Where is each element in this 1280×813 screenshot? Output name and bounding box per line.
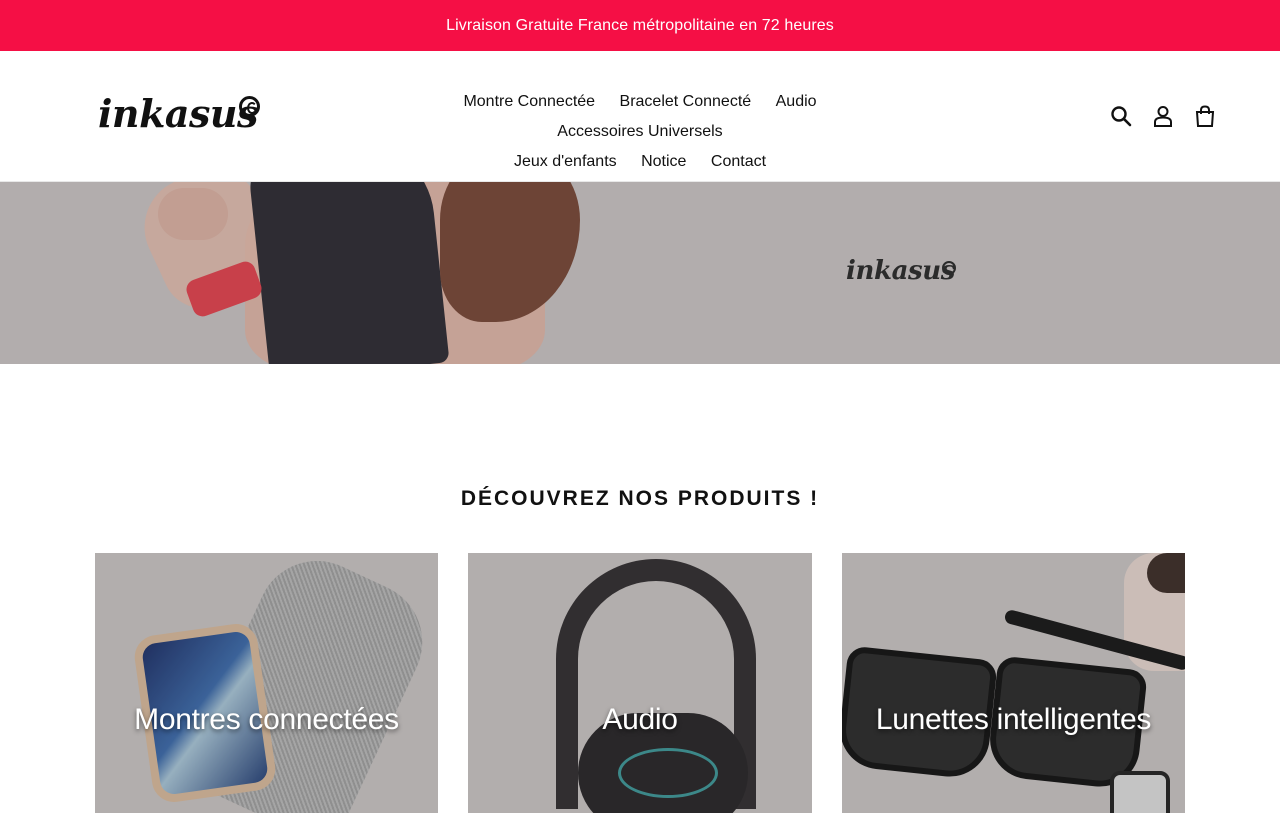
search-button[interactable] — [1108, 103, 1134, 129]
nav-item-montre-connectee[interactable]: Montre Connectée — [463, 87, 595, 117]
cart-button[interactable] — [1192, 103, 1218, 129]
hero-banner[interactable]: inkasus — [0, 182, 1280, 364]
hero-logo-text: inkasus — [846, 256, 956, 286]
section-title: DÉCOUVREZ NOS PRODUITS ! — [460, 487, 820, 511]
announcement-text: Livraison Gratuite France métropolitaine… — [446, 16, 834, 34]
hero-logo-mark-icon — [942, 261, 956, 275]
card-overlay — [468, 553, 812, 813]
nav-item-bracelet-connecte[interactable]: Bracelet Connecté — [620, 87, 752, 117]
collection-label: Audio — [602, 703, 678, 736]
hero-model-hand — [158, 188, 228, 240]
account-icon — [1154, 106, 1172, 127]
nav-item-jeux-denfants[interactable]: Jeux d'enfants — [514, 147, 617, 177]
search-icon — [1111, 106, 1132, 127]
collection-card-lunettes[interactable]: Lunettes intelligentes — [842, 553, 1185, 813]
cart-icon — [1195, 105, 1215, 127]
nav-item-contact[interactable]: Contact — [711, 147, 766, 177]
hero-model-top — [246, 182, 450, 364]
account-button[interactable] — [1150, 103, 1176, 129]
announcement-bar: Livraison Gratuite France métropolitaine… — [0, 0, 1280, 51]
header-icons — [1108, 103, 1218, 129]
hero-model-hair — [440, 182, 580, 322]
site-header: inkasus Montre Connectée Bracelet Connec… — [0, 51, 1280, 182]
card-overlay — [842, 553, 1185, 813]
logo-text: inkasus — [98, 91, 258, 136]
site-logo[interactable]: inkasus — [98, 91, 268, 137]
collection-card-montres[interactable]: Montres connectées — [95, 553, 438, 813]
nav-item-notice[interactable]: Notice — [641, 147, 686, 177]
logo-mark-icon — [239, 96, 260, 117]
nav-item-audio[interactable]: Audio — [776, 87, 817, 117]
collection-label: Montres connectées — [134, 703, 399, 736]
nav-item-accessoires-universels[interactable]: Accessoires Universels — [557, 117, 722, 147]
collection-card-audio[interactable]: Audio — [468, 553, 812, 813]
main-nav: Montre Connectée Bracelet Connecté Audio… — [360, 87, 920, 177]
card-overlay — [95, 553, 438, 813]
collection-label: Lunettes intelligentes — [875, 703, 1152, 736]
